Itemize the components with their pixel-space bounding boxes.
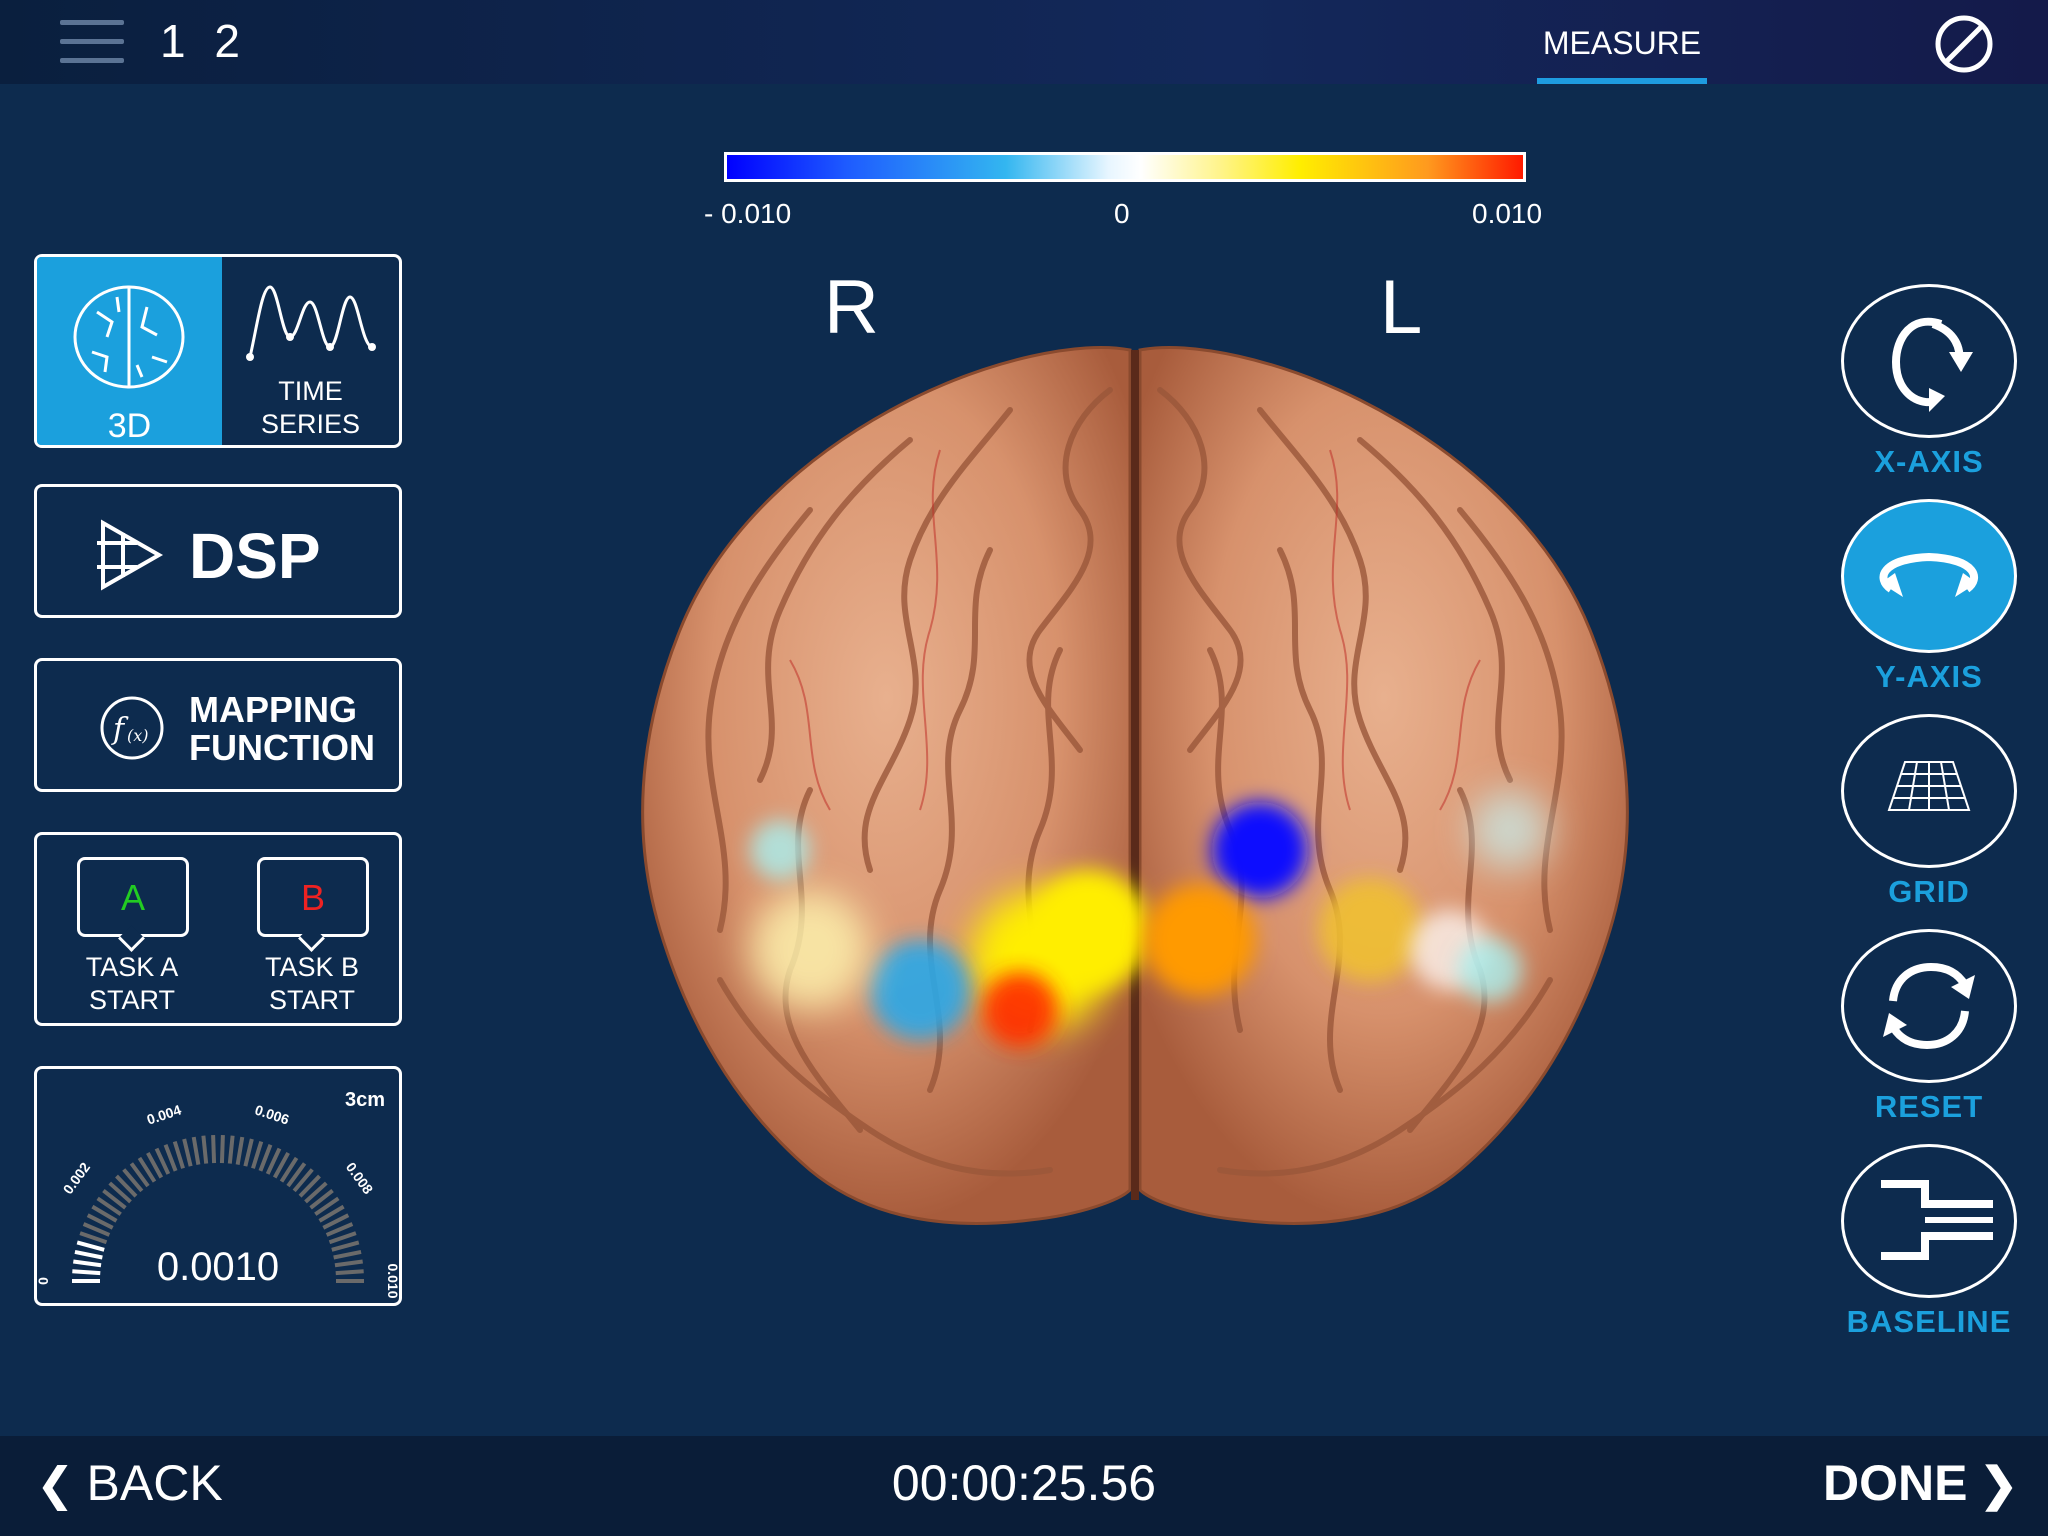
task-panel: A TASK A START B TASK B START — [34, 832, 402, 1026]
bottom-bar: ❮ BACK 00:00:25.56 DONE ❯ — [0, 1436, 2048, 1536]
baseline-icon — [1881, 1180, 1993, 1260]
dsp-button[interactable]: DSP — [34, 484, 402, 618]
gauge-tick-label: 0.002 — [60, 1159, 94, 1197]
reset-icon — [1883, 962, 1975, 1050]
brain-icon — [73, 285, 185, 389]
mapping-function-label: MAPPING FUNCTION — [189, 691, 375, 767]
gauge-tick-mark — [211, 1135, 217, 1164]
gauge-tick-mark — [201, 1135, 209, 1164]
threshold-gauge[interactable]: 00.0020.0040.0060.0080.010 3cm 0.0010 — [34, 1066, 402, 1306]
gauge-tick-mark — [251, 1140, 264, 1169]
view-time-series-label: TIME SERIES — [260, 376, 361, 439]
color-scale-max: 0.010 — [1472, 198, 1543, 229]
rotate-y-icon — [1879, 552, 1979, 597]
gauge-tick-mark — [219, 1135, 225, 1164]
gauge-tick-label: 0.008 — [343, 1159, 377, 1197]
filter-icon — [97, 519, 164, 591]
gauge-tick-mark — [235, 1136, 245, 1165]
gauge-value: 0.0010 — [156, 1245, 280, 1289]
task-b-button[interactable]: B TASK B START — [257, 857, 369, 1017]
view-3d-button[interactable]: 3D — [37, 257, 222, 445]
task-a-label: TASK A START — [85, 952, 179, 1015]
rotate-x-icon — [1891, 317, 1973, 412]
color-scale-mid: 0 — [1114, 198, 1130, 229]
reset-button[interactable]: RESET — [1841, 929, 2017, 1124]
gauge-tick-label: 0.004 — [145, 1101, 183, 1127]
task-a-letter: A — [77, 857, 189, 937]
session-number: 1 2 — [160, 15, 248, 67]
done-label: DONE — [1822, 1455, 1968, 1511]
y-axis-button[interactable]: Y-AXIS — [1841, 499, 2017, 694]
dsp-label: DSP — [189, 520, 321, 592]
task-b-label: TASK B START — [264, 952, 360, 1015]
baseline-button[interactable]: BASELINE — [1841, 1144, 2017, 1339]
y-axis-label: Y-AXIS — [1875, 659, 1983, 694]
grid-icon — [1887, 761, 1971, 811]
baseline-label: BASELINE — [1846, 1304, 2012, 1339]
function-icon: f (x) — [100, 696, 164, 760]
waveform-icon — [246, 285, 376, 361]
stop-icon[interactable] — [1934, 14, 1994, 74]
gauge-tick-label: 0.006 — [253, 1102, 291, 1128]
done-button[interactable]: DONE ❯ — [1823, 1454, 2018, 1512]
x-axis-label: X-AXIS — [1874, 444, 1984, 479]
mapping-label-line1: MAPPING — [189, 689, 358, 730]
x-axis-button[interactable]: X-AXIS — [1841, 284, 2017, 479]
gauge-tick-mark — [328, 1231, 357, 1245]
gauge-tick-mark — [182, 1138, 193, 1167]
mapping-function-button[interactable]: f (x) MAPPING FUNCTION — [34, 658, 402, 792]
menu-icon[interactable] — [60, 20, 124, 66]
brain-3d-view[interactable] — [610, 330, 1650, 1250]
tab-measure[interactable]: MEASURE — [1537, 0, 1707, 84]
gauge-tick-mark — [191, 1136, 201, 1165]
grid-button[interactable]: GRID — [1841, 714, 2017, 909]
svg-text:(x): (x) — [127, 726, 149, 745]
mapping-label-line2: FUNCTION — [189, 727, 375, 768]
gauge-tick-mark — [243, 1138, 254, 1167]
task-b-letter: B — [257, 857, 369, 937]
view-time-series-button[interactable]: TIME SERIES — [222, 257, 399, 445]
gauge-tick-mark — [227, 1135, 235, 1164]
top-bar: 1 2 MEASURE — [0, 0, 2048, 84]
color-scale-bar — [724, 152, 1526, 182]
color-scale-min: - 0.010 — [704, 198, 792, 229]
reset-label: RESET — [1874, 1089, 1984, 1124]
elapsed-timer: 00:00:25.56 — [891, 1455, 1157, 1511]
gauge-unit: 3cm — [344, 1089, 385, 1111]
view-3d-label: 3D — [107, 407, 152, 445]
task-a-button[interactable]: A TASK A START — [77, 857, 189, 1017]
chevron-right-icon: ❯ — [1979, 1458, 2018, 1510]
view-mode-toggle: 3D TIME SERIES — [34, 254, 402, 448]
gauge-tick-mark — [172, 1140, 185, 1169]
grid-label: GRID — [1888, 874, 1970, 909]
gauge-tick-mark — [79, 1231, 108, 1245]
